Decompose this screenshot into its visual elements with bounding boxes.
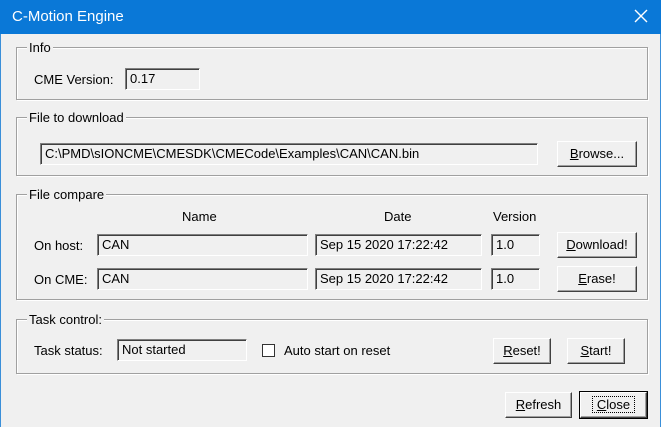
- refresh-label-mnemonic: R: [515, 397, 526, 412]
- download-label-rest: ownload!: [575, 237, 628, 252]
- refresh-button[interactable]: Refresh: [505, 392, 572, 418]
- window-title: C-Motion Engine: [12, 8, 124, 25]
- reset-label-rest: eset!: [512, 343, 541, 358]
- close-label-mnemonic: C: [596, 397, 607, 412]
- on-host-label: On host:: [34, 238, 84, 253]
- start-label-rest: tart!: [589, 343, 612, 358]
- header-name: Name: [182, 209, 217, 224]
- refresh-label-rest: efresh: [525, 397, 562, 412]
- download-button[interactable]: Download!: [557, 232, 637, 258]
- info-legend: Info: [27, 40, 53, 55]
- download-label-mnemonic: D: [566, 237, 576, 252]
- cme-version-field: 0.17: [125, 68, 200, 90]
- cme-date-field: Sep 15 2020 17:22:42: [315, 268, 482, 290]
- erase-label-rest: rase!: [586, 271, 616, 286]
- host-version-field: 1.0: [491, 234, 540, 256]
- browse-label-mnemonic: B: [569, 146, 579, 161]
- title-bar[interactable]: C-Motion Engine: [0, 0, 661, 34]
- cme-version-label: CME Version:: [34, 72, 114, 87]
- cme-version-field-compare: 1.0: [491, 268, 540, 290]
- file-compare-legend: File compare: [27, 187, 107, 202]
- erase-button[interactable]: Erase!: [557, 266, 637, 292]
- close-icon[interactable]: [633, 8, 649, 24]
- browse-button[interactable]: Browse...: [557, 141, 637, 167]
- header-version: Version: [493, 209, 537, 224]
- host-name-field: CAN: [97, 234, 308, 256]
- start-button[interactable]: Start!: [567, 338, 625, 364]
- reset-button[interactable]: Reset!: [493, 338, 551, 364]
- reset-label-mnemonic: R: [503, 343, 513, 358]
- close-label-rest: lose: [606, 397, 631, 412]
- browse-label-rest: rowse...: [578, 146, 625, 161]
- cme-name-field: CAN: [97, 268, 308, 290]
- task-status-label: Task status:: [34, 343, 103, 358]
- close-button-focus: Close: [591, 396, 636, 413]
- start-label-mnemonic: S: [580, 343, 590, 358]
- window-border-left: [0, 34, 1, 427]
- header-date: Date: [384, 209, 412, 224]
- host-date-field: Sep 15 2020 17:22:42: [315, 234, 482, 256]
- auto-start-checkbox[interactable]: [262, 344, 275, 357]
- close-button[interactable]: Close: [579, 391, 648, 419]
- erase-label-mnemonic: E: [578, 271, 587, 286]
- info-group: Info: [16, 40, 648, 100]
- auto-start-label[interactable]: Auto start on reset: [284, 343, 390, 358]
- cme-dialog: C-Motion Engine Info CME Version: 0.17 F…: [0, 0, 661, 427]
- file-path-field[interactable]: C:\PMD\sIONCME\CMESDK\CMECode\Examples\C…: [40, 143, 538, 165]
- task-control-legend: Task control:: [27, 312, 104, 327]
- file-download-legend: File to download: [27, 110, 126, 125]
- on-cme-label: On CME:: [34, 272, 88, 287]
- task-status-field: Not started: [117, 339, 247, 361]
